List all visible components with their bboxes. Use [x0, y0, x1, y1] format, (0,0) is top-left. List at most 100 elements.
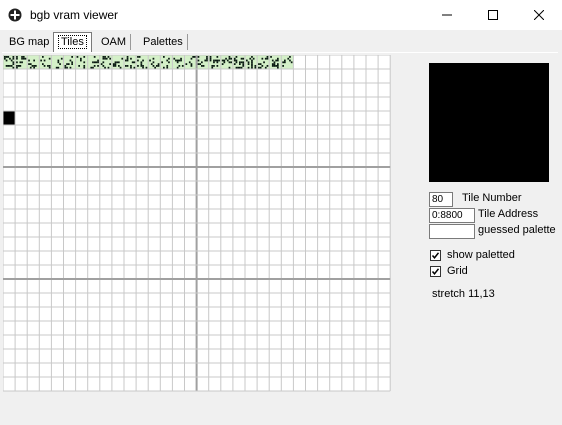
tile-pixel	[204, 59, 207, 62]
tile-pixel	[69, 59, 72, 62]
tile-pixel	[43, 65, 46, 67]
tab-tiles[interactable]: Tiles	[53, 32, 92, 52]
tile-pixel	[251, 66, 253, 69]
tile-pixel	[246, 59, 248, 62]
tile-pixel	[251, 59, 253, 62]
tile-pixel	[240, 61, 243, 64]
tile-pixel	[289, 59, 291, 62]
tile-pixel	[277, 66, 279, 69]
tile-pixel	[201, 65, 203, 67]
tile-pixel	[277, 59, 279, 62]
tile-pixel	[202, 65, 205, 67]
tile-pixel	[42, 56, 44, 58]
tile-pixel	[28, 59, 30, 62]
stretch-status: stretch 11,13	[432, 288, 495, 300]
tile-pixel	[242, 57, 245, 60]
tile-pixel	[76, 56, 79, 58]
tile-pixel	[258, 66, 260, 69]
tile-pixel	[118, 65, 120, 67]
tile-pixel	[33, 59, 35, 62]
tile-pixel	[93, 65, 96, 67]
guessed-palette-label: guessed palette	[478, 224, 556, 236]
tab-palettes[interactable]: Palettes	[139, 34, 188, 50]
tile-pixel	[114, 63, 117, 65]
tile-pixel	[206, 59, 208, 62]
tile-pixel	[131, 61, 134, 64]
close-button[interactable]	[516, 0, 562, 30]
minimize-button[interactable]	[424, 0, 470, 30]
tile-pixel	[80, 57, 82, 60]
tile-pixel	[140, 65, 143, 67]
tile-pixel	[64, 66, 67, 69]
tile-pixel	[216, 59, 219, 62]
guessed-palette-field[interactable]	[429, 224, 475, 239]
tile-pixel	[176, 61, 179, 64]
tile-pixel	[16, 57, 18, 60]
tile-pixel	[71, 61, 73, 64]
grid-checkbox[interactable]	[430, 266, 441, 277]
tile-pixel	[102, 65, 105, 67]
tile-pixel	[225, 57, 227, 60]
tile-pixel	[216, 56, 219, 58]
tile-pixel	[166, 59, 169, 62]
tile-pixel	[93, 56, 96, 58]
tile-pixel	[192, 56, 194, 58]
tile-pixel	[12, 56, 15, 58]
tile-pixel	[157, 65, 160, 67]
tile-pixel	[228, 66, 231, 69]
tile-number-label: Tile Number	[462, 192, 522, 204]
tile-pixel	[161, 61, 163, 64]
tile-pixel	[95, 61, 98, 64]
tile-pixel	[55, 66, 58, 69]
tile-pixel	[97, 65, 99, 67]
tile-pixel	[114, 65, 117, 67]
tile-pixel	[175, 59, 177, 62]
tile-number-field[interactable]: 80	[429, 192, 453, 207]
tile-pixel	[282, 65, 284, 67]
tile-pixel	[80, 59, 82, 62]
tile-pixel	[284, 61, 286, 64]
tile-pixel	[273, 65, 276, 67]
tile-pixel	[16, 61, 18, 64]
tab-bg-map[interactable]: BG map	[5, 34, 55, 50]
tile-pixel	[83, 65, 86, 67]
tile-pixel	[92, 66, 94, 69]
tab-oam[interactable]: OAM	[97, 34, 132, 50]
tile-pixel	[5, 59, 8, 62]
tile-pixel	[64, 65, 67, 67]
title-bar[interactable]: bgb vram viewer	[0, 0, 562, 30]
tile-pixel	[230, 61, 232, 64]
tile-pixel	[273, 63, 276, 65]
tile-preview	[429, 63, 549, 182]
tile-pixel	[142, 65, 144, 67]
tile-grid[interactable]	[3, 55, 392, 392]
tile-pixel	[240, 66, 243, 69]
tile-pixel	[228, 57, 231, 60]
tile-pixel	[4, 57, 6, 60]
tile-pixel	[10, 65, 13, 67]
tile-pixel	[206, 57, 208, 60]
tile-pixel	[190, 57, 193, 60]
tile-pixel	[152, 65, 155, 67]
tile-pixel	[235, 56, 238, 58]
tile-pixel	[163, 56, 165, 58]
tile-address-field[interactable]: 0:8800	[429, 208, 475, 223]
tile-pixel	[48, 57, 51, 60]
minimize-icon	[442, 14, 452, 16]
show-paletted-checkbox[interactable]	[430, 250, 441, 261]
tile-pixel	[199, 63, 201, 65]
tile-address-label: Tile Address	[478, 208, 539, 220]
tile-pixel	[251, 61, 253, 64]
tile-pixel	[109, 63, 111, 65]
tile-pixel	[140, 61, 143, 64]
tile-pixel	[7, 65, 10, 67]
tile-pixel	[209, 57, 212, 60]
tile-pixel	[226, 59, 229, 62]
tile-pixel	[57, 59, 60, 62]
tile-pixel	[43, 59, 46, 62]
tile-pixel	[249, 57, 252, 60]
tile-pixel	[28, 63, 30, 65]
maximize-button[interactable]	[470, 0, 516, 30]
tile-pixel	[252, 57, 255, 60]
tile-pixel	[275, 59, 277, 62]
